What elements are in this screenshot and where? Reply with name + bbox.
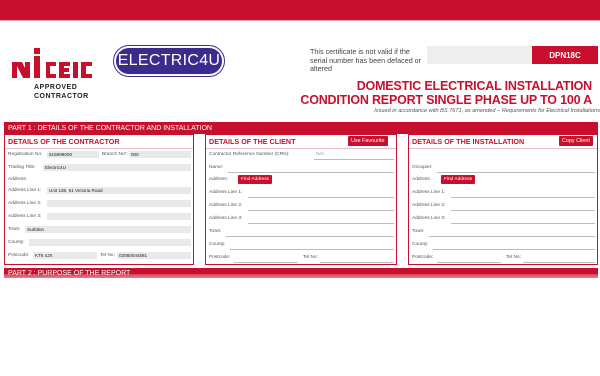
heading-divider — [409, 148, 597, 149]
town-field[interactable]: Surbiton — [25, 226, 191, 233]
tel-label: Tel No: — [100, 253, 115, 258]
address-line1-label: Address Line 1: — [209, 190, 243, 195]
address-line2-field[interactable] — [248, 210, 394, 211]
heading-divider — [5, 148, 193, 149]
address-line3-field[interactable] — [248, 223, 394, 224]
county-field[interactable] — [433, 249, 595, 250]
town-field[interactable] — [429, 236, 595, 237]
registration-field[interactable]: 615898000 — [47, 151, 99, 158]
address-label: Address: — [8, 177, 27, 182]
address-label: Address: — [412, 177, 431, 182]
installation-heading: DETAILS OF THE INSTALLATION — [412, 137, 525, 146]
name-field[interactable] — [228, 172, 394, 173]
bottom-fade — [0, 274, 600, 286]
approved-label: APPROVED — [34, 84, 78, 91]
branch-field[interactable]: 000 — [129, 151, 191, 158]
town-field[interactable] — [226, 236, 394, 237]
heading-divider — [206, 148, 396, 149]
crn-value: N/A — [316, 152, 324, 157]
county-label: County: — [412, 242, 429, 247]
postcode-field[interactable] — [437, 262, 501, 263]
name-label: Name: — [209, 165, 224, 170]
contractor-heading: DETAILS OF THE CONTRACTOR — [8, 137, 120, 146]
postcode-label: Postcode: — [209, 255, 231, 260]
crn-label: Contractor Reference Number (CRN): — [209, 152, 290, 157]
crn-field[interactable] — [314, 159, 394, 160]
find-address-button[interactable]: Find Address — [238, 175, 272, 184]
postcode-field[interactable]: KT6 4JX — [33, 252, 97, 259]
county-label: County: — [8, 240, 25, 245]
address-line1-field[interactable] — [248, 197, 394, 198]
client-panel: DETAILS OF THE CLIENT Use Favourite Cont… — [205, 134, 397, 265]
address-line3-field[interactable] — [47, 213, 191, 220]
address-line2-label: Address Line 2: — [209, 203, 243, 208]
county-label: County: — [209, 242, 226, 247]
find-address-button[interactable]: Find Address — [441, 175, 475, 184]
address-line3-label: Address Line 3: — [209, 216, 243, 221]
tel-field[interactable]: 02080044581 — [117, 252, 191, 259]
use-favourite-button[interactable]: Use Favourite — [348, 136, 388, 146]
tel-label: Tel No: — [506, 255, 521, 260]
branch-label: Branch No*: — [102, 152, 128, 157]
address-line3-label: Address Line 3: — [8, 214, 42, 219]
address-line1-label: Address Line 1: — [412, 190, 446, 195]
contractor-label: CONTRACTOR — [34, 93, 89, 100]
town-label: Town: — [412, 229, 425, 234]
niceic-logo-mark — [12, 48, 92, 78]
address-line2-label: Address Line 2: — [412, 203, 446, 208]
brand-name: ELECTRIC4U — [117, 52, 221, 69]
tel-field[interactable] — [523, 262, 595, 263]
address-line2-label: Address Line 2: — [8, 201, 42, 206]
tel-field[interactable] — [320, 262, 394, 263]
part1-header: PART 1 : DETAILS OF THE CONTRACTOR AND I… — [4, 122, 598, 134]
occupier-label: Occupier: — [412, 165, 433, 170]
address-line1-label: Address Line 1: — [8, 188, 42, 193]
top-divider — [0, 20, 600, 21]
top-bar — [0, 0, 600, 20]
installation-panel: DETAILS OF THE INSTALLATION Copy Client … — [408, 134, 598, 265]
address-line2-field[interactable] — [451, 210, 595, 211]
trading-title-field[interactable]: Electric4U — [43, 164, 191, 171]
niceic-logo: APPROVED CONTRACTOR — [12, 48, 107, 108]
report-subtitle: Issued in accordance with BS 7671, as am… — [374, 108, 600, 114]
contractor-panel: DETAILS OF THE CONTRACTOR Registration N… — [4, 134, 194, 265]
report-title-line2: CONDITION REPORT SINGLE PHASE UP TO 100 … — [300, 93, 592, 107]
address-line3-label: Address Line 3: — [412, 216, 446, 221]
validity-notice: This certificate is not valid if the ser… — [310, 47, 422, 73]
county-field[interactable] — [230, 249, 394, 250]
address-line1-field[interactable] — [451, 197, 595, 198]
copy-client-button[interactable]: Copy Client — [559, 136, 593, 146]
brand-logo: ELECTRIC4U — [113, 45, 225, 77]
town-label: Town: — [209, 229, 222, 234]
town-label: Town: — [8, 227, 21, 232]
address-line1-field[interactable]: Unit 138, 61 Victoria Road — [47, 187, 191, 194]
county-field[interactable] — [29, 239, 191, 246]
occupier-field[interactable] — [437, 172, 595, 173]
certificate-code: DPN18C — [532, 46, 598, 64]
client-heading: DETAILS OF THE CLIENT — [209, 137, 296, 146]
postcode-field[interactable] — [234, 262, 298, 263]
registration-label: Registration No: — [8, 152, 43, 157]
postcode-label: Postcode: — [8, 253, 30, 258]
address-line3-field[interactable] — [451, 223, 595, 224]
address-line2-field[interactable] — [47, 200, 191, 207]
report-title-line1: DOMESTIC ELECTRICAL INSTALLATION — [356, 79, 592, 93]
serial-number-box — [427, 46, 532, 64]
tel-label: Tel No: — [303, 255, 318, 260]
address-label: Address: — [209, 177, 228, 182]
postcode-label: Postcode: — [412, 255, 434, 260]
trading-title-label: Trading Title: — [8, 165, 36, 170]
